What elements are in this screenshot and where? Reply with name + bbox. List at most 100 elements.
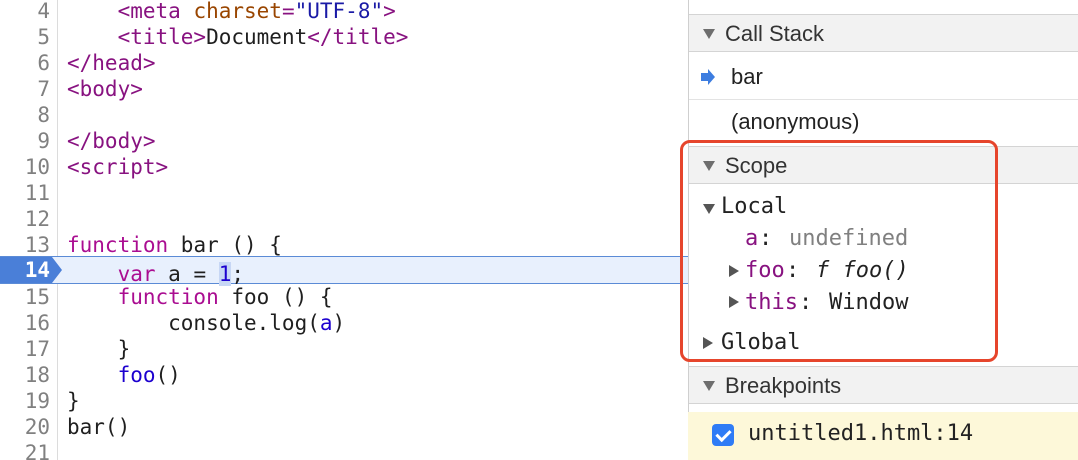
collapse-triangle-icon <box>703 29 715 39</box>
breakpoints-header[interactable]: Breakpoints <box>689 366 1078 404</box>
line-number[interactable]: 21 <box>0 440 50 460</box>
scope-colon: : <box>786 258 800 283</box>
code-line[interactable]: function foo () { <box>67 284 333 310</box>
code-token: charset <box>193 0 282 23</box>
expand-triangle-icon[interactable] <box>729 265 739 277</box>
code-token: <script> <box>67 155 169 179</box>
line-number[interactable]: 16 <box>0 310 50 336</box>
line-number[interactable]: 12 <box>0 206 50 232</box>
code-token: ; <box>231 262 245 286</box>
collapse-triangle-icon <box>703 161 715 171</box>
expand-triangle-icon[interactable] <box>703 204 715 214</box>
breakpoint-label: untitled1.html:14 <box>748 421 974 446</box>
code-token: function <box>67 233 169 257</box>
call-stack-frame-label: (anonymous) <box>731 109 860 134</box>
code-token: } <box>67 389 80 413</box>
call-stack-title: Call Stack <box>725 21 825 46</box>
code-token: bar() <box>67 415 131 439</box>
call-stack-frame-label: bar <box>731 64 763 89</box>
breakpoints-title: Breakpoints <box>725 373 842 398</box>
scope-var-key: this <box>745 290 798 315</box>
call-stack-frame[interactable]: bar <box>689 55 1078 99</box>
code-token: 1 <box>218 262 232 286</box>
current-frame-arrow-icon <box>701 69 715 85</box>
scope-global-label[interactable]: Global <box>721 328 800 358</box>
expand-triangle-icon[interactable] <box>703 337 713 349</box>
line-number-gutter[interactable]: 4 5 6 7 8 9 10 11 12 13 15 16 17 18 19 20 21 <box>0 0 58 460</box>
line-number[interactable]: 5 <box>0 24 50 50</box>
code-token: () <box>155 363 181 387</box>
code-token: <title> <box>117 25 207 49</box>
line-number[interactable]: 18 <box>0 362 50 388</box>
code-line[interactable]: <meta charset="UTF-8"> <box>67 0 396 24</box>
code-token: a <box>319 311 333 335</box>
line-number[interactable]: 7 <box>0 76 50 102</box>
code-token: foo () { <box>218 285 333 309</box>
scope-header[interactable]: Scope <box>689 146 1078 184</box>
code-token: } <box>67 337 131 361</box>
code-token: = <box>281 0 295 23</box>
breakpoint-checkbox[interactable] <box>712 424 734 446</box>
code-token: </head> <box>67 51 156 75</box>
code-token: ) <box>332 311 346 335</box>
code-token: Document <box>206 25 308 49</box>
code-line[interactable]: function bar () { <box>67 232 282 258</box>
scope-var-key: a <box>745 226 759 251</box>
breakpoint-marker[interactable]: 14 <box>0 257 62 283</box>
scope-var-value: undefined <box>789 226 909 251</box>
code-line[interactable]: </body> <box>67 128 156 154</box>
debugger-sidebar: Call Stack bar (anonymous) Scope Local a… <box>688 0 1078 460</box>
line-number[interactable]: 17 <box>0 336 50 362</box>
breakpoint-item[interactable]: untitled1.html:14 <box>688 412 1078 460</box>
line-number[interactable]: 10 <box>0 154 50 180</box>
code-token: console.log( <box>67 311 320 335</box>
call-stack-header[interactable]: Call Stack <box>689 14 1078 52</box>
scope-title: Scope <box>725 153 788 178</box>
code-token: "UTF-8" <box>294 0 384 23</box>
line-number[interactable]: 19 <box>0 388 50 414</box>
line-number[interactable]: 4 <box>0 0 50 24</box>
code-token: foo <box>117 363 156 387</box>
line-number[interactable]: 13 <box>0 232 50 258</box>
line-number[interactable]: 11 <box>0 180 50 206</box>
code-line[interactable]: } <box>67 336 131 362</box>
line-number[interactable]: 6 <box>0 50 50 76</box>
code-token: a = <box>155 262 219 286</box>
code-line[interactable]: } <box>67 388 80 414</box>
code-token: var <box>117 262 156 286</box>
code-line[interactable]: <title>Document</title> <box>67 24 409 50</box>
scope-colon: : <box>759 226 773 251</box>
line-number[interactable]: 9 <box>0 128 50 154</box>
code-line[interactable]: </head> <box>67 50 156 76</box>
code-line[interactable]: console.log(a) <box>67 310 345 336</box>
active-line-number: 14 <box>24 258 50 282</box>
code-editor: 4 5 6 7 8 9 10 11 12 13 15 16 17 18 19 20 21 <meta chars… <box>0 0 688 460</box>
code-token: <body> <box>67 77 143 101</box>
scope-colon: : <box>799 290 813 315</box>
code-line[interactable]: bar() <box>67 414 130 440</box>
expand-triangle-icon[interactable] <box>729 296 739 308</box>
code-token: function <box>117 285 219 309</box>
line-number[interactable]: 15 <box>0 284 50 310</box>
scope-var-key: foo <box>745 258 785 283</box>
code-token: </title> <box>307 25 409 49</box>
scope-var-value: f foo() <box>816 258 909 283</box>
code-token: bar () { <box>168 233 282 257</box>
collapse-triangle-icon <box>703 381 715 391</box>
scope-var-value: Window <box>829 290 909 315</box>
code-line[interactable]: <body> <box>67 76 143 102</box>
code-token: </body> <box>67 129 156 153</box>
code-line[interactable]: <script> <box>67 154 168 180</box>
call-stack-frame[interactable]: (anonymous) <box>689 100 1078 144</box>
scope-local-label[interactable]: Local <box>721 192 787 222</box>
line-number[interactable]: 8 <box>0 102 50 128</box>
line-number[interactable]: 20 <box>0 414 50 440</box>
code-line[interactable]: foo() <box>67 362 181 388</box>
code-token: > <box>383 0 396 23</box>
code-token: <meta <box>117 0 194 23</box>
